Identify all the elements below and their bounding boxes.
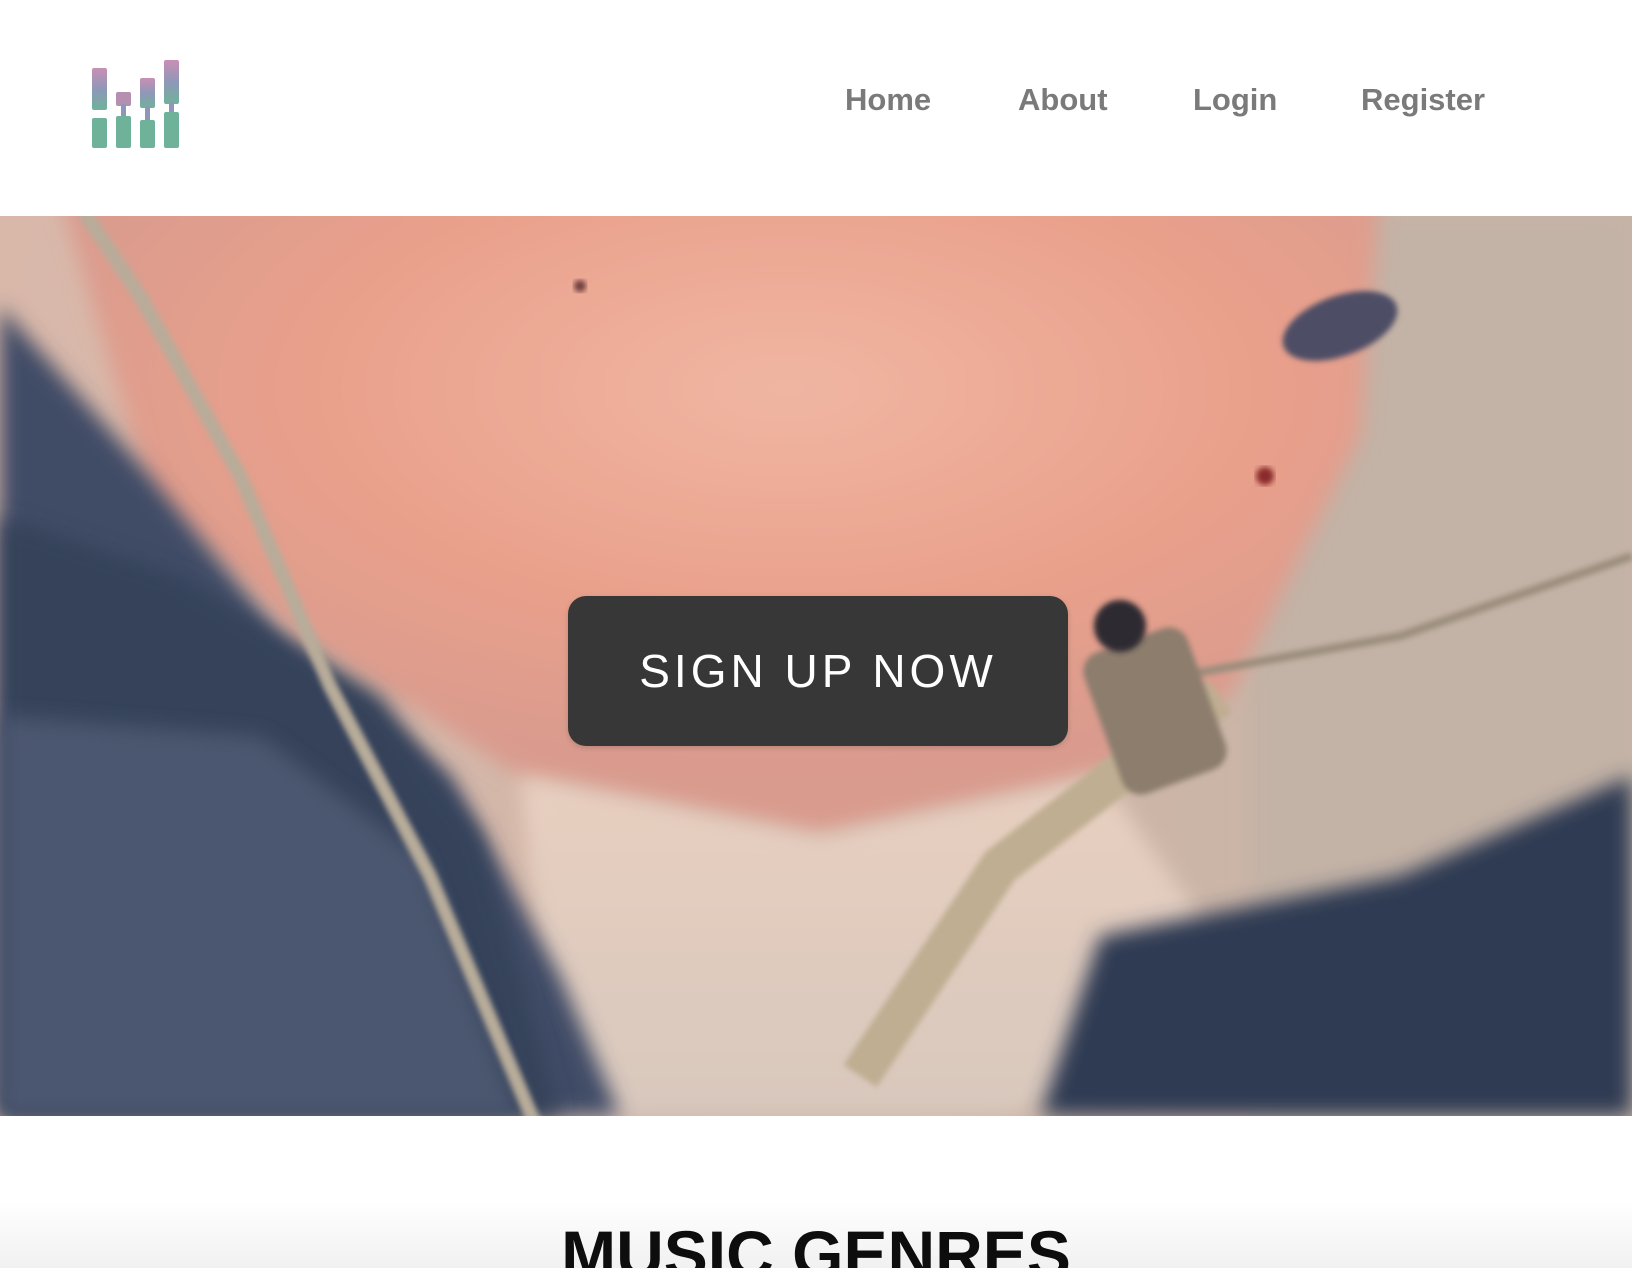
nav-register-link[interactable]: Register xyxy=(1361,78,1485,122)
main-nav: Home About Login Register xyxy=(0,78,1632,122)
music-genres-section: MUSIC GENRES xyxy=(0,1116,1632,1268)
nav-login-link[interactable]: Login xyxy=(1193,78,1277,122)
nav-home-link[interactable]: Home xyxy=(845,78,931,122)
site-header: Home About Login Register xyxy=(0,0,1632,216)
sign-up-now-button[interactable]: SIGN UP NOW xyxy=(568,596,1068,746)
music-genres-heading: MUSIC GENRES xyxy=(561,1217,1071,1268)
nav-about-link[interactable]: About xyxy=(1018,78,1108,122)
page: Home About Login Register SIGN UP NOW MU… xyxy=(0,0,1632,1268)
hero-section: SIGN UP NOW xyxy=(0,216,1632,1116)
